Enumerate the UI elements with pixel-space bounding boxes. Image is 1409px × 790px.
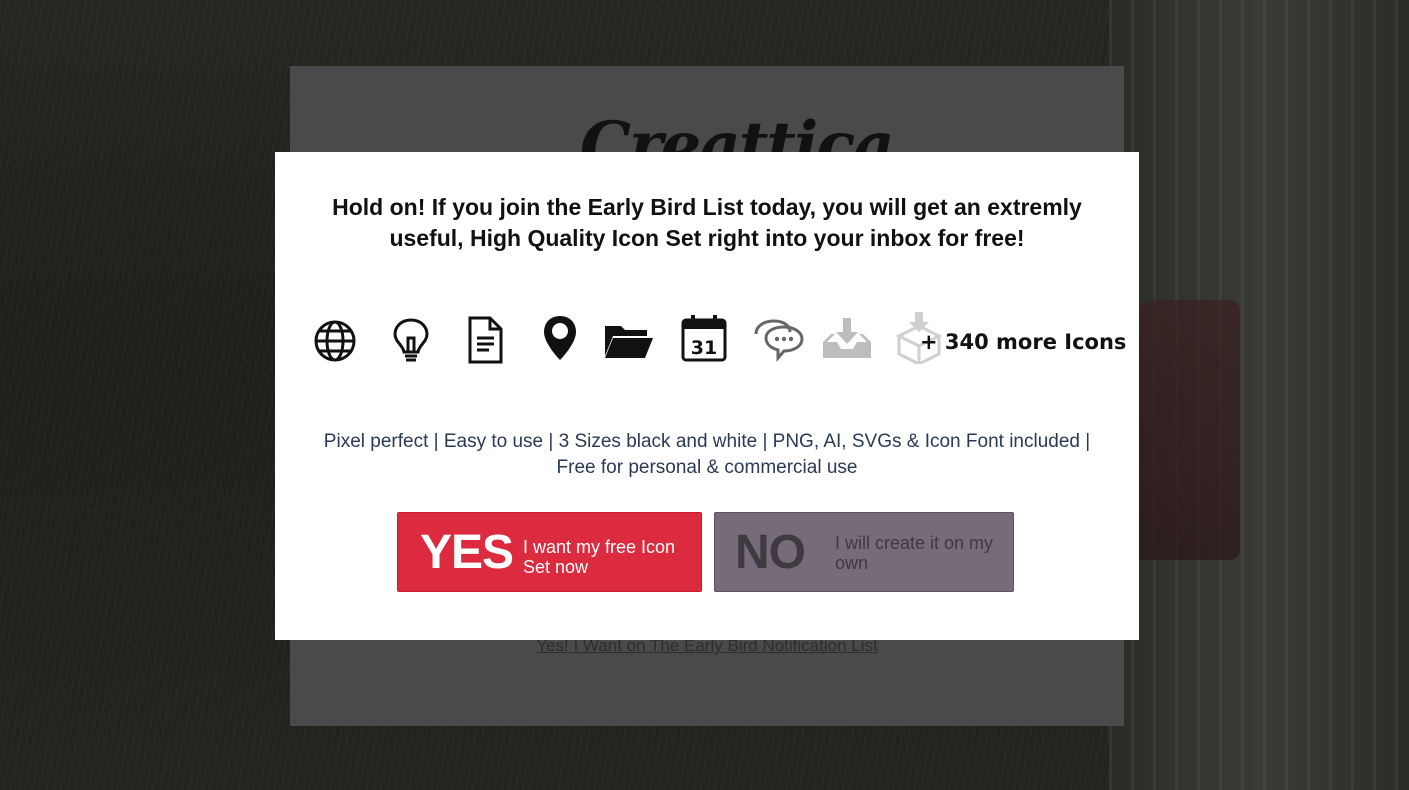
folder-icon [603,312,655,364]
no-button-big-label: NO [735,526,806,579]
calendar-day: 31 [691,337,717,359]
yes-button-small-label: I want my free Icon Set now [523,537,676,577]
modal-headline: Hold on! If you join the Early Bird List… [332,194,1082,251]
yes-button-big-label: YES [420,526,514,579]
map-pin-icon [534,312,586,364]
no-button-small-label: I will create it on my own [835,533,994,573]
chat-icon [752,312,804,364]
no-thanks-button[interactable]: NO I will create it on my own [714,512,1014,592]
yes-free-icons-button[interactable]: YES I want my free Icon Set now [397,512,702,592]
lightbulb-icon [385,312,437,364]
features-text: Pixel perfect | Easy to use | 3 Sizes bl… [323,431,1091,478]
more-icons-label: + 340 more Icons [920,330,1127,354]
calendar-icon: 31 [678,312,730,364]
globe-icon [309,312,361,364]
exit-intent-modal: Hold on! If you join the Early Bird List… [275,152,1139,640]
document-icon [459,312,511,364]
icon-preview-row: 31 + 340 more Icons [305,312,1126,372]
inbox-download-icon [821,312,873,364]
